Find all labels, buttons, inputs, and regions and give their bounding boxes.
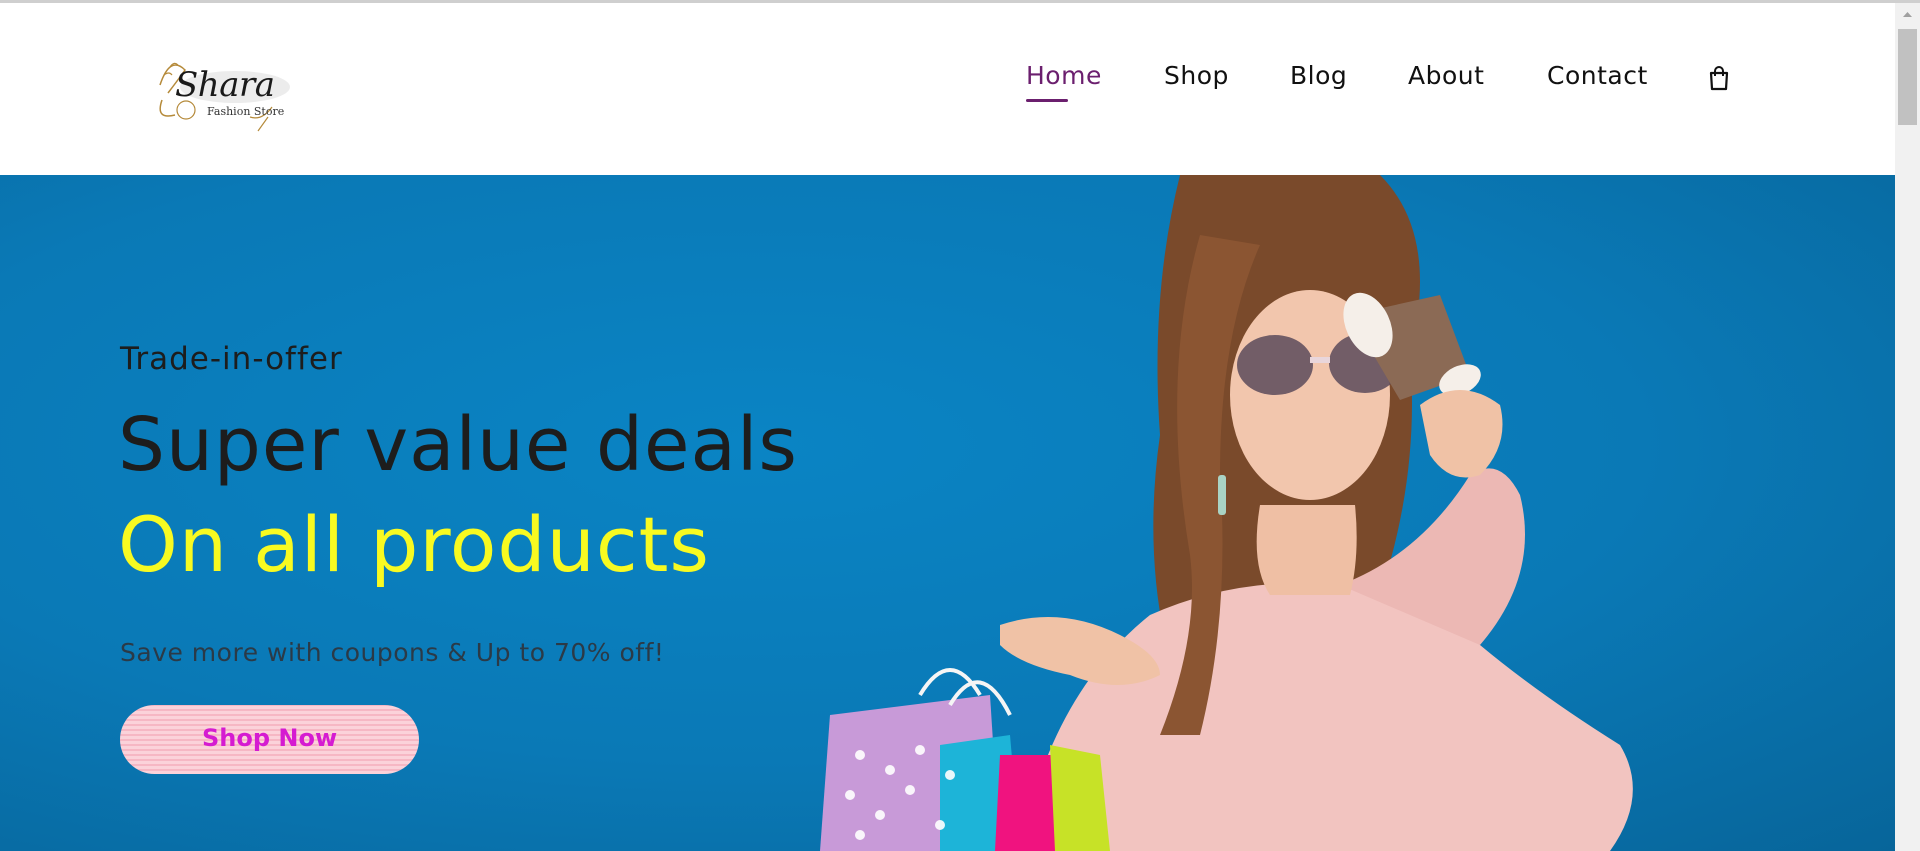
site-header: Shara Fashion Store Home Shop Blog About… — [0, 3, 1895, 175]
logo-tagline: Fashion Store — [207, 105, 285, 118]
nav-item-label: Blog — [1290, 61, 1348, 90]
shop-now-label: Shop Now — [202, 724, 338, 752]
hero-banner: Trade-in-offer Super value deals On all … — [0, 175, 1895, 851]
nav-item-label: Home — [1026, 61, 1102, 90]
nav-item-contact[interactable]: Contact — [1547, 61, 1648, 90]
hero-headline-highlight: On all products — [118, 500, 711, 589]
shop-now-button[interactable]: Shop Now — [120, 705, 419, 774]
vertical-scrollbar[interactable] — [1895, 3, 1920, 851]
nav-item-home[interactable]: Home — [1026, 61, 1102, 102]
hero-model-image — [820, 175, 1633, 851]
nav-active-indicator — [1026, 99, 1068, 102]
nav-item-blog[interactable]: Blog — [1290, 61, 1347, 90]
logo-brand-name: Shara — [175, 65, 275, 105]
nav-item-label: About — [1408, 61, 1485, 90]
brand-logo[interactable]: Shara Fashion Store — [150, 45, 305, 135]
hero-headline: Super value deals — [118, 402, 798, 488]
scroll-up-arrow-icon[interactable] — [1895, 3, 1920, 27]
shopping-bag-icon[interactable] — [1708, 65, 1730, 91]
nav-item-shop[interactable]: Shop — [1164, 61, 1229, 90]
nav-item-label: Contact — [1547, 61, 1648, 90]
hero-eyebrow: Trade-in-offer — [120, 341, 343, 377]
scrollbar-thumb[interactable] — [1898, 29, 1917, 125]
hero-subtext: Save more with coupons & Up to 70% off! — [120, 638, 665, 667]
nav-item-label: Shop — [1164, 61, 1229, 90]
nav-item-about[interactable]: About — [1408, 61, 1484, 90]
